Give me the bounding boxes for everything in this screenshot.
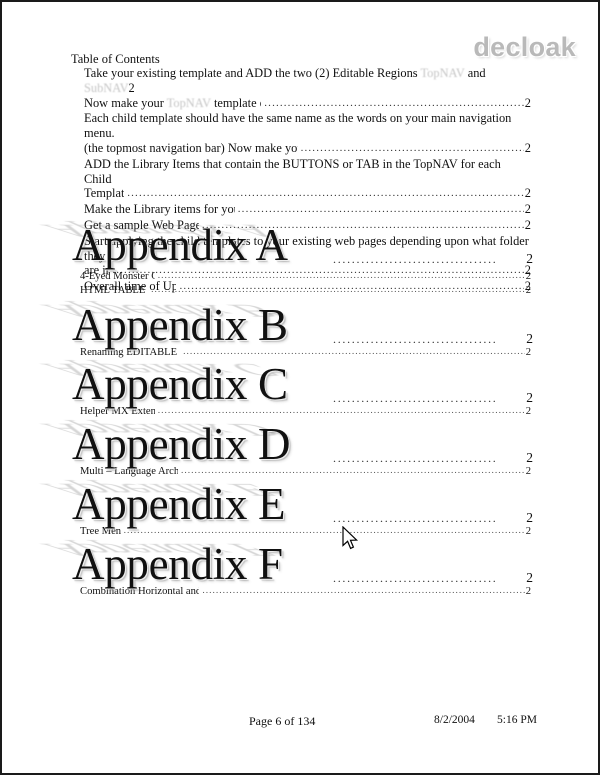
toc-entry-page: 2: [524, 202, 531, 217]
toc-subentry-page: 2: [525, 586, 531, 597]
toc-faded-topnav: TopNAV: [166, 95, 211, 110]
dot-leader: ...................................: [333, 451, 498, 465]
appendix-title-row: Appendix F Appendix F ..................…: [2, 539, 598, 589]
appendix-title-row: Appendix B Appendix B ..................…: [2, 300, 598, 350]
toc-entry-page: 2: [524, 140, 531, 155]
toc-entry-text: Template: [84, 186, 125, 201]
toc-subentry-page: 2: [525, 285, 531, 296]
appendix-block-d: Appendix D Appendix D ..................…: [2, 419, 598, 477]
appendix-title[interactable]: Appendix B: [72, 300, 288, 350]
toc-subentry[interactable]: 4-Eyed Monster Code ....................…: [80, 270, 531, 284]
appendix-title[interactable]: Appendix C: [72, 359, 288, 409]
appendix-page-number: 2: [526, 390, 533, 405]
toc-text-b: template off of the: [213, 95, 261, 110]
toc-entry-text: (the topmost navigation bar) Now make yo…: [84, 141, 298, 156]
appendix-leader: ................................... 2: [333, 570, 533, 586]
toc-text-a: Now make your: [84, 95, 167, 110]
toc-entry-line1: ADD the Library Items that contain the B…: [84, 156, 501, 186]
toc-entry[interactable]: Take your existing template and ADD the …: [84, 66, 531, 96]
toc-entry[interactable]: Now make your TopNAV template off of the…: [84, 96, 531, 112]
dot-leader: ........................................…: [237, 203, 524, 216]
toc-subentry[interactable]: HTML TABLE TIP .........................…: [80, 284, 531, 298]
appendix-page-number: 2: [526, 450, 533, 465]
appendix-page-number: 2: [526, 251, 533, 266]
toc-subentry-page: 2: [525, 406, 531, 417]
toc-entry-line2: (the topmost navigation bar) Now make yo…: [84, 141, 531, 157]
footer-time: 5:16 PM: [497, 714, 537, 726]
appendix-title-row: Appendix D Appendix D ..................…: [2, 419, 598, 469]
toc-entry-text-mid: and: [464, 66, 486, 80]
dot-leader: ........................................…: [127, 187, 524, 200]
toc-entry-faded-topnav: TopNAV: [420, 66, 465, 80]
toc-entry-line2: Template ...............................…: [84, 186, 531, 202]
footer-date: 8/2/2004: [434, 714, 475, 726]
appendix-leader: ................................... 2: [333, 390, 533, 406]
dot-leader: ........................................…: [157, 271, 525, 281]
toc-entry-line1: Each child template should have the same…: [84, 111, 512, 141]
toc-subentry-text: HTML TABLE TIP: [80, 285, 148, 296]
appendix-leader: ................................... 2: [333, 510, 533, 526]
appendix-leader: ................................... 2: [333, 450, 533, 466]
dot-leader: ........................................…: [300, 141, 524, 154]
appendix-block-b: Appendix B Appendix B ..................…: [2, 300, 598, 358]
toc-entry-page: 2: [524, 95, 531, 110]
appendix-page-number: 2: [526, 510, 533, 525]
toc-entry[interactable]: Make the Library items for your child te…: [84, 202, 531, 218]
appendix-title[interactable]: Appendix F: [72, 539, 283, 589]
appendix-block-f: Appendix F Appendix F ..................…: [2, 539, 598, 597]
page-footer: Page 6 of 134 8/2/2004 5:16 PM: [2, 714, 598, 732]
appendix-title-row: Appendix A Appendix A ..................…: [2, 220, 598, 270]
toc-subentry-page: 2: [525, 271, 531, 282]
dot-leader: ........................................…: [151, 285, 525, 295]
appendix-page-number: 2: [526, 570, 533, 585]
appendix-title[interactable]: Appendix E: [72, 479, 286, 529]
toc-entry-text: Now make your TopNAV template off of the…: [84, 96, 261, 111]
appendix-title-row: Appendix E Appendix E ..................…: [2, 479, 598, 529]
toc-entry-text: Make the Library items for your child te…: [84, 202, 235, 217]
toc-subentry-text: 4-Eyed Monster Code: [80, 271, 155, 282]
appendix-leader: ................................... 2: [333, 331, 533, 347]
toc-text-a: (the topmost navigation bar) Now make yo…: [84, 140, 298, 155]
decloak-watermark: decloak: [473, 32, 576, 62]
document-page: decloak Table of Contents Take your exis…: [0, 0, 600, 775]
dot-leader: ........................................…: [264, 96, 524, 109]
toc-entry[interactable]: Each child template should have the same…: [84, 111, 531, 156]
toc-entry-faded-subnav: SubNAV: [84, 80, 129, 95]
dot-leader: ...................................: [333, 252, 498, 266]
toc-entry[interactable]: ADD the Library Items that contain the B…: [84, 157, 531, 202]
toc-subentry-page: 2: [525, 347, 531, 358]
appendix-page-number: 2: [526, 331, 533, 346]
appendix-title[interactable]: Appendix A: [72, 220, 288, 270]
dot-leader: ...................................: [333, 391, 498, 405]
appendix-leader: ................................... 2: [333, 251, 533, 267]
dot-leader: ...................................: [333, 571, 498, 585]
appendix-title[interactable]: Appendix D: [72, 419, 291, 469]
toc-subentry-page: 2: [525, 466, 531, 477]
toc-subentry-page: 2: [525, 526, 531, 537]
appendix-block-e: Appendix E Appendix E ..................…: [2, 479, 598, 537]
toc-entry-page: 2: [524, 186, 531, 201]
dot-leader: ...................................: [333, 511, 498, 525]
appendix-subentries: 4-Eyed Monster Code ....................…: [80, 270, 531, 298]
appendix-block-a: Appendix A Appendix A ..................…: [2, 220, 598, 296]
footer-page-number: Page 6 of 134: [249, 714, 316, 728]
toc-heading: Table of Contents: [71, 52, 160, 66]
dot-leader: ...................................: [333, 332, 498, 346]
appendix-block-c: Appendix C Appendix C ..................…: [2, 359, 598, 417]
toc-entry-text: Take your existing template and ADD the …: [84, 66, 421, 80]
appendix-title-row: Appendix C Appendix C ..................…: [2, 359, 598, 409]
toc-entry-page: 2: [128, 80, 135, 95]
